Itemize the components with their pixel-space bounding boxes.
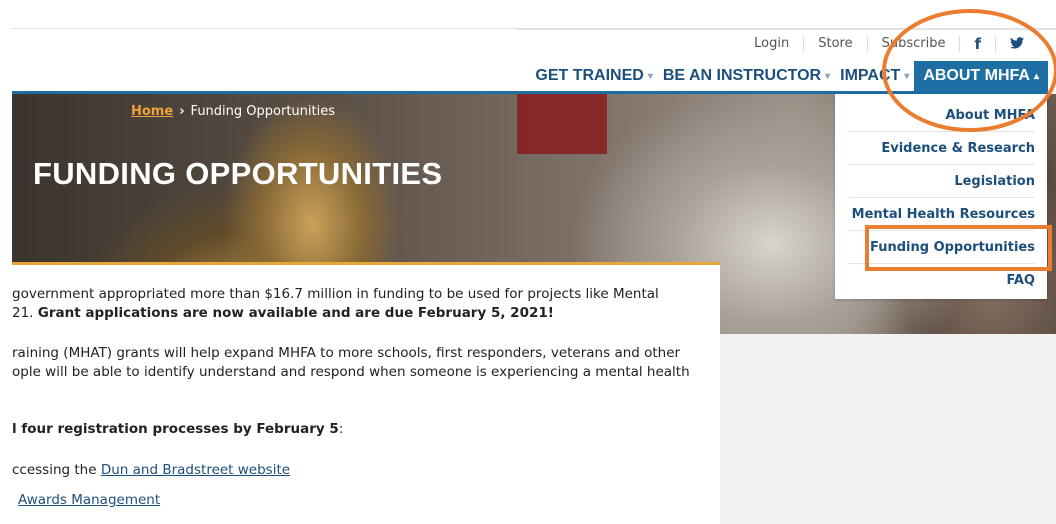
- hero-background-image: [517, 94, 607, 154]
- dropdown-divider: [849, 131, 1035, 132]
- nav-impact[interactable]: IMPACT ▾: [835, 61, 914, 91]
- nav-label: IMPACT: [840, 67, 901, 84]
- twitter-icon[interactable]: [995, 36, 1038, 52]
- dropdown-item-faq[interactable]: FAQ: [1006, 273, 1035, 288]
- dropdown-divider: [849, 197, 1035, 198]
- dropdown-item-legislation[interactable]: Legislation: [954, 174, 1035, 189]
- page-title: FUNDING OPPORTUNITIES: [33, 156, 443, 191]
- subscribe-link[interactable]: Subscribe: [866, 36, 960, 52]
- nav-about-mhfa[interactable]: ABOUT MHFA ▴: [914, 61, 1048, 91]
- breadcrumb: Home › Funding Opportunities: [131, 104, 335, 119]
- nav-be-an-instructor[interactable]: BE AN INSTRUCTOR ▾: [658, 61, 835, 91]
- chevron-down-icon: ▾: [825, 70, 831, 82]
- twitter-bird-icon: [1010, 37, 1024, 49]
- dropdown-divider: [849, 263, 1035, 264]
- content-card: government appropriated more than $16.7 …: [12, 262, 720, 524]
- main-nav: GET TRAINED ▾ BE AN INSTRUCTOR ▾ IMPACT ▾ A…: [530, 61, 1048, 91]
- nav-label: ABOUT MHFA: [923, 67, 1030, 84]
- list-item: ccessing the Dun and Bradstreet website: [12, 461, 290, 480]
- paragraph-line: l four registration processes by Februar…: [12, 420, 343, 439]
- utility-separator: [516, 29, 1056, 30]
- text-span: ccessing the: [12, 462, 101, 478]
- about-mhfa-dropdown: About MHFA Evidence & Research Legislati…: [835, 94, 1047, 299]
- registration-heading: l four registration processes by Februar…: [12, 421, 339, 437]
- deadline-text: Grant applications are now available and…: [37, 305, 554, 321]
- dropdown-divider: [849, 164, 1035, 165]
- dropdown-item-about-mhfa[interactable]: About MHFA: [945, 108, 1035, 123]
- paragraph-line: ople will be able to identify understand…: [12, 364, 690, 380]
- awards-management-link[interactable]: Awards Management: [18, 492, 160, 508]
- breadcrumb-home-link[interactable]: Home: [131, 104, 173, 119]
- dun-bradstreet-link[interactable]: Dun and Bradstreet website: [101, 462, 290, 478]
- side-panel: [720, 334, 1056, 524]
- login-link[interactable]: Login: [740, 36, 803, 52]
- dropdown-item-evidence-research[interactable]: Evidence & Research: [881, 141, 1035, 156]
- nav-label: GET TRAINED: [535, 67, 644, 84]
- dropdown-item-funding-opportunities[interactable]: Funding Opportunities: [870, 240, 1035, 255]
- nav-get-trained[interactable]: GET TRAINED ▾: [530, 61, 657, 91]
- paragraph-line: government appropriated more than $16.7 …: [12, 286, 659, 302]
- list-item: Awards Management: [18, 491, 160, 510]
- utility-links: Login Store Subscribe f: [740, 29, 1038, 59]
- utility-bar: Login Store Subscribe f: [12, 28, 1056, 58]
- facebook-icon[interactable]: f: [959, 36, 995, 52]
- chevron-right-icon: ›: [179, 104, 185, 119]
- dropdown-divider: [849, 230, 1035, 231]
- text-span: :: [338, 421, 344, 437]
- dropdown-item-mental-health-resources[interactable]: Mental Health Resources: [852, 207, 1035, 222]
- breadcrumb-current: Funding Opportunities: [190, 104, 335, 119]
- paragraph-line: 21. Grant applications are now available…: [12, 304, 554, 323]
- chevron-down-icon: ▾: [904, 70, 910, 82]
- text-span: 21.: [12, 305, 38, 321]
- store-link[interactable]: Store: [803, 36, 866, 52]
- chevron-up-icon: ▴: [1033, 70, 1039, 82]
- nav-label: BE AN INSTRUCTOR: [662, 67, 822, 84]
- paragraph-line: raining (MHAT) grants will help expand M…: [12, 345, 681, 361]
- chevron-down-icon: ▾: [647, 70, 653, 82]
